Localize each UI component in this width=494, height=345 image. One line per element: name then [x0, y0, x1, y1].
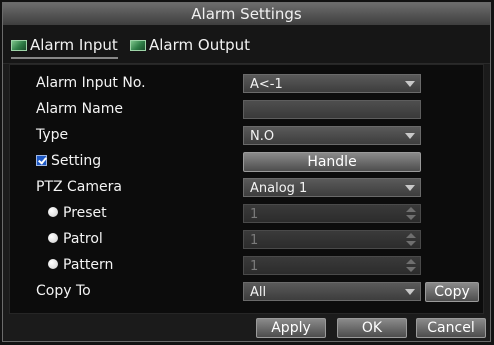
pattern-value: 1 [250, 259, 259, 274]
alarm-output-tab-icon [130, 39, 146, 51]
pattern-stepper[interactable]: 1 [243, 256, 421, 275]
spin-up-icon[interactable] [406, 233, 416, 238]
alarm-input-no-label: Alarm Input No. [36, 75, 146, 91]
chevron-down-icon [405, 185, 415, 191]
setting-label: Setting [51, 153, 102, 169]
spin-up-icon[interactable] [406, 259, 416, 264]
preset-stepper[interactable]: 1 [243, 204, 421, 223]
tab-bar: Alarm Input Alarm Output [3, 25, 490, 64]
chevron-down-icon [405, 133, 415, 139]
tab-alarm-output[interactable]: Alarm Output [130, 33, 250, 57]
spin-up-icon[interactable] [406, 207, 416, 212]
copy-to-label: Copy To [36, 283, 91, 299]
patrol-row: Patrol [48, 228, 103, 250]
setting-checkbox[interactable] [36, 155, 47, 166]
alarm-input-panel: Alarm Input No. A<-1 Alarm Name Type N.O… [9, 64, 484, 314]
type-value: N.O [250, 129, 275, 144]
pattern-label: Pattern [63, 257, 114, 273]
preset-radio[interactable] [48, 207, 58, 217]
ptz-camera-value: Analog 1 [250, 181, 308, 196]
spin-down-icon[interactable] [406, 215, 416, 220]
cancel-button[interactable]: Cancel [416, 318, 486, 338]
handle-button[interactable]: Handle [243, 152, 421, 172]
action-bar: Apply OK Cancel [3, 315, 490, 341]
preset-value: 1 [250, 207, 259, 222]
alarm-name-input[interactable] [243, 100, 421, 119]
tab-alarm-output-label: Alarm Output [149, 36, 251, 54]
alarm-input-no-value: A<-1 [250, 77, 283, 92]
spin-down-icon[interactable] [406, 267, 416, 272]
ptz-camera-label: PTZ Camera [36, 179, 122, 195]
tab-alarm-input[interactable]: Alarm Input [11, 33, 118, 59]
alarm-input-no-dropdown[interactable]: A<-1 [243, 74, 421, 93]
pattern-radio[interactable] [48, 259, 58, 269]
chevron-down-icon [405, 81, 415, 87]
dialog-title: Alarm Settings [3, 3, 490, 25]
ok-button[interactable]: OK [337, 318, 407, 338]
tab-alarm-input-label: Alarm Input [30, 36, 118, 54]
patrol-radio[interactable] [48, 233, 58, 243]
copy-button[interactable]: Copy [425, 282, 479, 302]
alarm-name-label: Alarm Name [36, 101, 123, 117]
copy-to-value: All [250, 285, 267, 300]
preset-label: Preset [63, 205, 107, 221]
setting-row: Setting [36, 150, 101, 172]
patrol-value: 1 [250, 233, 259, 248]
type-label: Type [36, 127, 69, 143]
alarm-input-tab-icon [11, 39, 27, 51]
spin-down-icon[interactable] [406, 241, 416, 246]
ptz-camera-dropdown[interactable]: Analog 1 [243, 178, 421, 197]
pattern-row: Pattern [48, 254, 113, 276]
type-dropdown[interactable]: N.O [243, 126, 421, 145]
apply-button[interactable]: Apply [256, 318, 326, 338]
preset-row: Preset [48, 202, 107, 224]
patrol-label: Patrol [63, 231, 103, 247]
copy-to-dropdown[interactable]: All [243, 282, 421, 301]
patrol-stepper[interactable]: 1 [243, 230, 421, 249]
alarm-settings-dialog: Alarm Settings Alarm Input Alarm Output … [2, 2, 491, 342]
chevron-down-icon [405, 289, 415, 295]
